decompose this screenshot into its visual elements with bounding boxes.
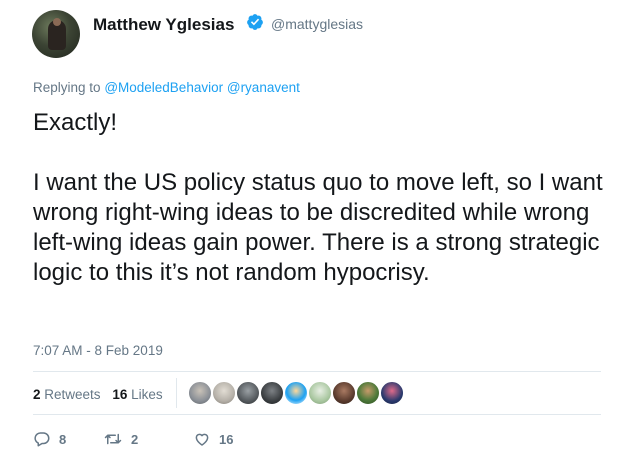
liker-avatar[interactable] [356, 381, 380, 405]
liker-avatar[interactable] [260, 381, 284, 405]
retweets-stat[interactable]: 2 Retweets [33, 387, 101, 402]
stats-separator [176, 378, 177, 408]
tweet-timestamp[interactable]: 7:07 AM - 8 Feb 2019 [33, 343, 163, 358]
liker-avatar[interactable] [188, 381, 212, 405]
liker-avatar[interactable] [284, 381, 308, 405]
liker-avatar[interactable] [332, 381, 356, 405]
reply-icon [34, 432, 50, 447]
mention-link[interactable]: @ModeledBehavior [104, 80, 223, 95]
divider [33, 371, 601, 372]
like-action[interactable]: 16 [193, 430, 233, 448]
retweet-count: 2 [131, 431, 139, 447]
retweets-label: Retweets [44, 387, 101, 402]
likes-count: 16 [112, 387, 128, 402]
heart-icon [195, 433, 209, 446]
liker-avatar[interactable] [236, 381, 260, 405]
reply-action[interactable]: 8 [33, 430, 66, 448]
replying-prefix: Replying to [33, 80, 101, 95]
retweet-icon [104, 433, 122, 445]
liker-avatar[interactable] [212, 381, 236, 405]
likes-label: Likes [131, 387, 163, 402]
tweet-text: Exactly! I want the US policy status quo… [33, 109, 603, 286]
author-avatar[interactable] [32, 10, 80, 58]
engagement-stats: 2 Retweets 16 Likes [33, 387, 163, 402]
retweet-action[interactable]: 2 [103, 430, 138, 448]
like-count: 16 [219, 431, 234, 447]
mention-link[interactable]: @ryanavent [227, 80, 300, 95]
replying-to-line: Replying to @ModeledBehavior @ryanavent [33, 80, 300, 95]
reply-count: 8 [59, 431, 67, 447]
author-name[interactable]: Matthew Yglesias [93, 15, 234, 35]
avatar-head [53, 18, 61, 26]
author-handle[interactable]: @mattyglesias [271, 16, 363, 32]
likes-stat[interactable]: 16 Likes [112, 387, 162, 402]
divider [33, 414, 601, 415]
retweets-count: 2 [33, 387, 41, 402]
liker-avatar[interactable] [308, 381, 332, 405]
liker-avatar[interactable] [380, 381, 404, 405]
verified-badge-icon [247, 14, 263, 30]
